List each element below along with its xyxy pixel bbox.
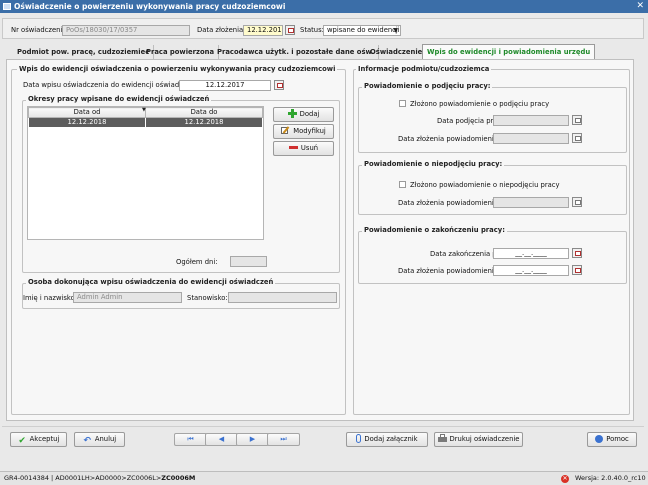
col-date-to[interactable]: Data do (145, 107, 263, 118)
not-start-filed-date-label: Data złożenia powiadomienia: (398, 199, 501, 207)
add-period-label: Dodaj (299, 110, 320, 118)
status-bar: GR4-0014384 | AD0001LH>AD0000>ZC0006L>ZC… (0, 471, 648, 485)
status-label: Status: (300, 26, 324, 34)
end-date-field[interactable]: __.__.____ (493, 248, 569, 259)
status-path: GR4-0014384 | AD0001LH>AD0000>ZC0006L>ZC… (4, 472, 195, 485)
calendar-icon[interactable] (274, 80, 284, 90)
help-label: Pomoc (606, 435, 629, 443)
total-days-label: Ogółem dni: (176, 258, 218, 266)
date-field[interactable]: 12.12.2017 (243, 25, 283, 36)
status-select[interactable]: wpisane do ewidencji ▼ (323, 25, 401, 36)
accept-label: Akceptuj (29, 435, 60, 443)
start-notification-checkbox-label: Złożono powiadomienie o podjęciu pracy (410, 100, 550, 108)
not-start-notification-title: Powiadomienie o niepodjęciu pracy: (362, 160, 505, 168)
previous-record-button[interactable]: ◀ (205, 433, 238, 446)
next-record-button[interactable]: ▶ (236, 433, 269, 446)
cancel-button[interactable]: ↶ Anuluj (74, 432, 125, 447)
entry-group-title: Wpis do ewidencji oświadczenia o powierz… (17, 65, 338, 73)
periods-table[interactable]: Data od Data do 12.12.2018 12.12.2018 ▼ (27, 106, 264, 240)
cell-date-from: 12.12.2018 (28, 117, 146, 128)
delete-period-button[interactable]: Usuń (273, 141, 334, 156)
calendar-icon[interactable] (572, 248, 582, 258)
calendar-icon[interactable] (572, 133, 582, 143)
minus-icon (288, 143, 298, 152)
edit-icon (281, 126, 290, 135)
help-button[interactable]: Pomoc (587, 432, 637, 447)
periods-group-title: Okresy pracy wpisane do ewidencji oświad… (26, 95, 212, 103)
calendar-icon[interactable] (285, 25, 295, 35)
calendar-icon[interactable] (572, 115, 582, 125)
edit-period-button[interactable]: Modyfikuj (273, 124, 334, 139)
status-value: wpisane do ewidencji (327, 26, 400, 34)
help-icon (595, 435, 604, 443)
entry-date-field[interactable]: 12.12.2017 (179, 80, 271, 91)
sort-icon: ▼ (142, 107, 146, 113)
tab-pracodawca[interactable]: Pracodawca użytk. i pozostałe dane ośw. (213, 45, 379, 60)
entry-date-label: Data wpisu oświadczenia do ewidencji ośw… (23, 81, 198, 89)
add-attachment-button[interactable]: Dodaj załącznik (346, 432, 428, 447)
total-days-field[interactable] (230, 256, 267, 267)
chevron-down-icon: ▼ (393, 27, 398, 34)
add-attachment-label: Dodaj załącznik (364, 435, 418, 443)
status-path-current: ZC0006M (161, 474, 196, 482)
tab-praca[interactable]: Praca powierzona (142, 45, 220, 60)
first-record-button[interactable]: ⏮ (174, 433, 207, 446)
close-icon[interactable]: ✕ (636, 0, 644, 13)
delete-period-label: Usuń (300, 144, 319, 152)
name-field[interactable]: Admin Admin (73, 292, 182, 303)
cell-date-to: 12.12.2018 (145, 117, 263, 128)
print-button[interactable]: Drukuj oświadczenie (434, 432, 523, 447)
tab-oswiadczenie[interactable]: Oświadczenie (366, 45, 428, 60)
version-text: Wersja: 2.0.40.0_rc10 (575, 474, 646, 482)
status-path-text: GR4-0014384 | AD0001LH>AD0000>ZC0006L> (4, 474, 162, 482)
printer-icon (437, 434, 447, 443)
calendar-icon[interactable] (572, 197, 582, 207)
start-notification-checkbox[interactable] (399, 100, 406, 107)
print-label: Drukuj oświadczenie (449, 435, 520, 443)
edit-period-label: Modyfikuj (293, 127, 326, 135)
tab-podmiot[interactable]: Podmiot pow. pracę, cudzoziemiec (13, 45, 155, 60)
info-group-title: Informacje podmiotu/cudzoziemca (356, 65, 492, 73)
start-notification-title: Powiadomienie o podjęciu pracy: (362, 82, 493, 90)
position-label: Stanowisko: (187, 294, 228, 302)
position-field[interactable] (228, 292, 337, 303)
start-filed-date-field[interactable] (493, 133, 569, 144)
accept-button[interactable]: ✔ Akceptuj (10, 432, 67, 447)
app-icon (3, 3, 11, 10)
nr-label: Nr oświadczenia: (11, 26, 69, 34)
col-date-from[interactable]: Data od (28, 107, 146, 118)
error-icon[interactable]: ✕ (561, 475, 569, 483)
window-title: Oświadczenie o powierzeniu wykonywania p… (14, 2, 286, 11)
check-icon: ✔ (18, 436, 26, 446)
name-label: Imię i nazwisko: (23, 294, 78, 302)
window-title-bar: Oświadczenie o powierzeniu wykonywania p… (0, 0, 648, 13)
paperclip-icon (356, 434, 362, 443)
person-group-title: Osoba dokonująca wpisu oświadczenia do e… (26, 278, 276, 286)
end-filed-date-field[interactable]: __.__.____ (493, 265, 569, 276)
tab-wpis[interactable]: Wpis do ewidencji i powiadomienia urzędu (422, 44, 596, 60)
last-record-button[interactable]: ⏭ (267, 433, 300, 446)
not-start-notification-checkbox-label: Złożono powiadomienie o niepodjęciu prac… (410, 181, 560, 189)
not-start-notification-checkbox[interactable] (399, 181, 406, 188)
start-date-field[interactable] (493, 115, 569, 126)
add-period-button[interactable]: Dodaj (273, 107, 334, 122)
table-row[interactable]: 12.12.2018 12.12.2018 (28, 117, 263, 128)
cancel-label: Anuluj (94, 435, 117, 443)
date-label: Data złożenia: (197, 26, 246, 34)
undo-icon: ↶ (83, 436, 92, 446)
calendar-icon[interactable] (572, 265, 582, 275)
plus-icon (287, 109, 297, 118)
end-notification-title: Powiadomienie o zakończeniu pracy: (362, 226, 507, 234)
start-filed-date-label: Data złożenia powiadomienia: (398, 135, 501, 143)
end-filed-date-label: Data złożenia powiadomienia: (398, 267, 501, 275)
not-start-filed-date-field[interactable] (493, 197, 569, 208)
nr-field[interactable]: PoOs/18030/17/0357 (62, 25, 190, 36)
